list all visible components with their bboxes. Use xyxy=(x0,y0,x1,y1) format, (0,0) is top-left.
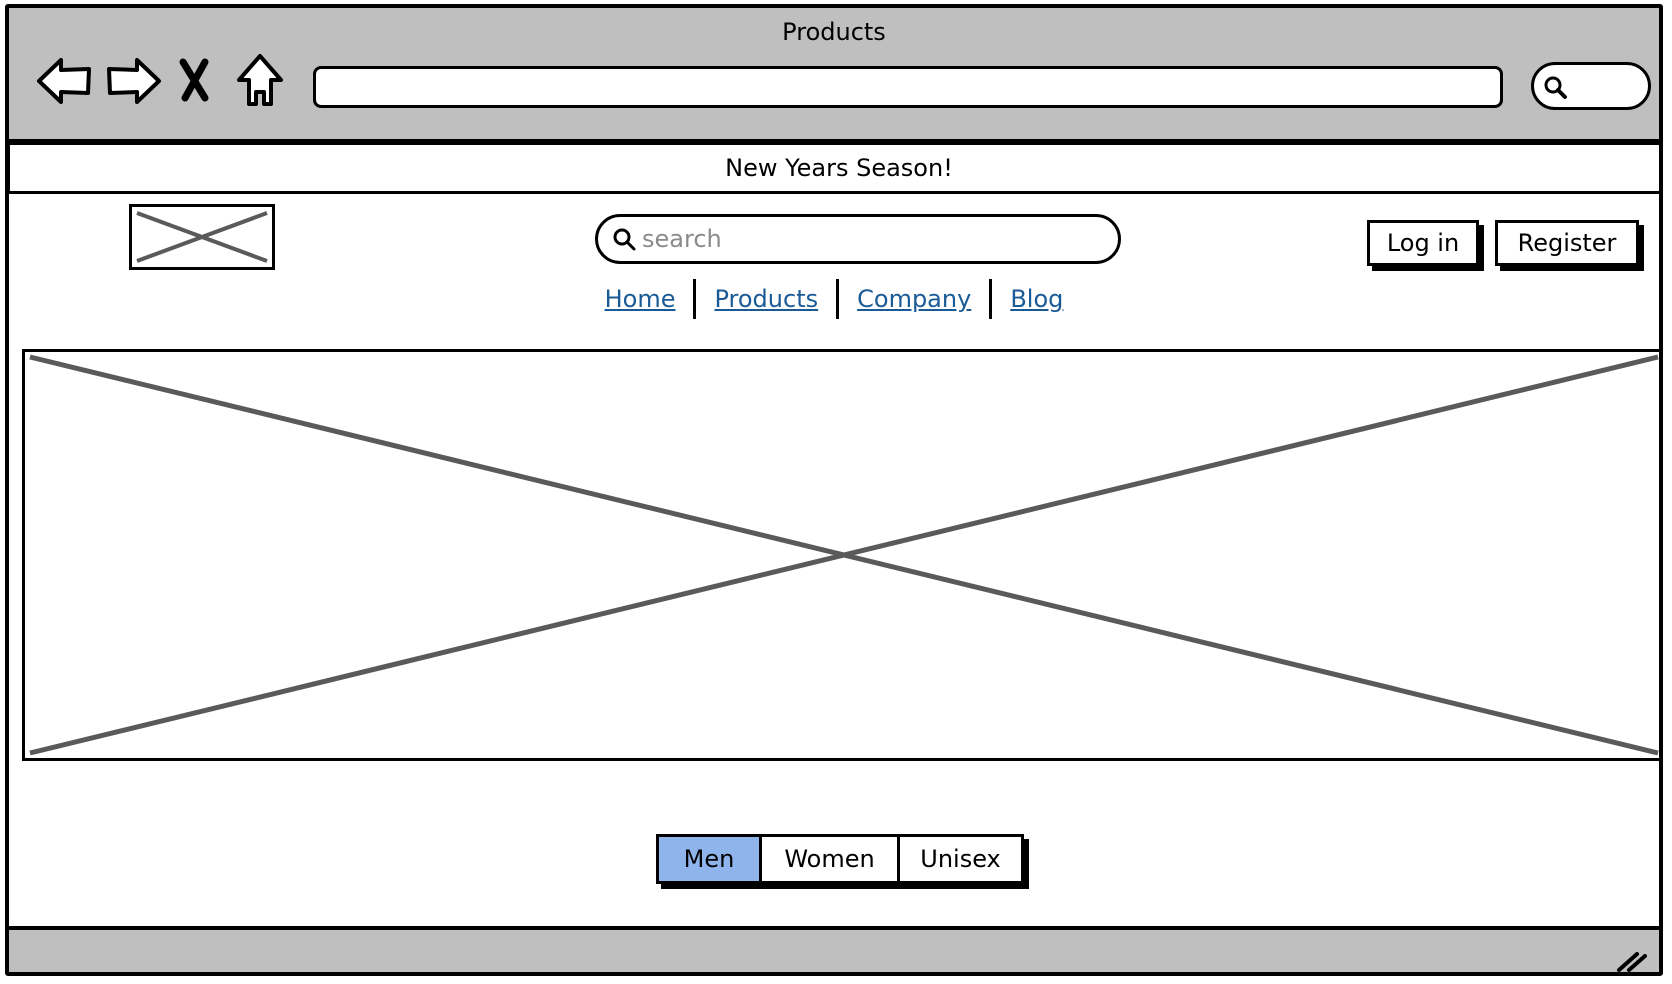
register-button[interactable]: Register xyxy=(1495,220,1639,266)
browser-chrome: Products xyxy=(9,8,1659,142)
category-tabs: Men Women Unisex xyxy=(656,834,1024,884)
back-arrow-icon[interactable] xyxy=(31,48,97,114)
forward-arrow-icon[interactable] xyxy=(101,48,167,114)
promo-banner-text: New Years Season! xyxy=(725,154,953,182)
nav-link-home[interactable]: Home xyxy=(587,285,694,313)
nav-link-company[interactable]: Company xyxy=(839,285,989,313)
window-title: Products xyxy=(782,18,886,46)
site-search-field[interactable] xyxy=(595,214,1121,264)
nav-link-products[interactable]: Products xyxy=(696,285,836,313)
login-button[interactable]: Log in xyxy=(1367,220,1479,266)
image-placeholder-icon xyxy=(129,204,275,270)
image-placeholder-icon xyxy=(22,349,1659,761)
tab-men[interactable]: Men xyxy=(659,837,759,881)
promo-banner: New Years Season! xyxy=(9,142,1659,194)
address-bar[interactable] xyxy=(313,66,1503,108)
home-icon[interactable] xyxy=(233,48,287,114)
browser-search-button[interactable] xyxy=(1531,62,1651,110)
search-icon xyxy=(613,228,636,251)
browser-window: Products New Years Season! search Log in… xyxy=(5,4,1663,976)
tab-unisex[interactable]: Unisex xyxy=(897,837,1021,881)
nav-link-blog[interactable]: Blog xyxy=(992,285,1081,313)
close-icon[interactable] xyxy=(175,48,215,114)
status-bar xyxy=(9,926,1659,974)
search-input[interactable] xyxy=(640,221,1104,257)
hero-image-placeholder xyxy=(22,349,1659,761)
main-nav: Home Products Company Blog xyxy=(9,276,1659,322)
search-icon xyxy=(1544,76,1567,99)
resize-grip-icon[interactable] xyxy=(1613,944,1649,974)
logo-image-placeholder xyxy=(129,204,275,270)
tab-women[interactable]: Women xyxy=(759,837,897,881)
